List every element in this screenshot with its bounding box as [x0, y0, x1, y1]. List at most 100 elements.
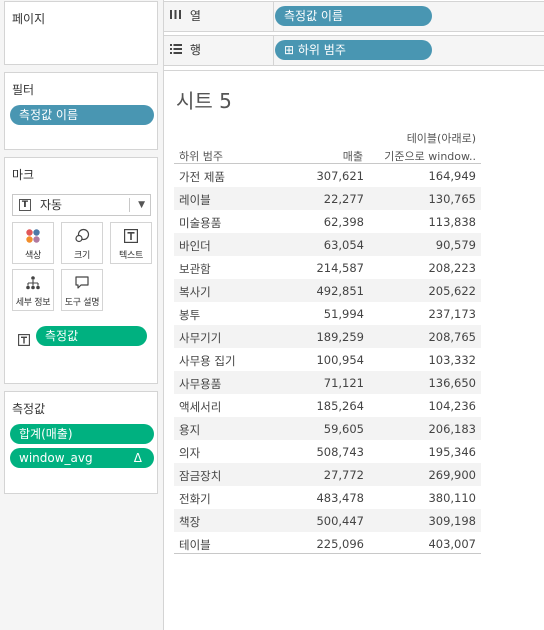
cell-sub-category: 복사기 [179, 285, 211, 299]
detail-button[interactable]: 세부 정보 [12, 269, 54, 311]
rows-icon [170, 36, 186, 65]
table-row[interactable]: 잠금장치 27,772 269,900 [174, 463, 481, 486]
cell-sales: 27,772 [323, 468, 364, 482]
table-row[interactable]: 전화기 483,478 380,110 [174, 486, 481, 509]
cell-window-avg: 206,183 [428, 422, 476, 436]
cell-sales: 492,851 [316, 284, 364, 298]
cell-sales: 100,954 [316, 353, 364, 367]
measure-pill-window-avg[interactable]: window_avg Δ [10, 448, 154, 468]
marks-text-pill-measure-values[interactable]: 측정값 [36, 326, 147, 346]
table-row[interactable]: 액세서리 185,264 104,236 [174, 394, 481, 417]
size-label: 크기 [74, 251, 90, 261]
measure-pill-sum-sales[interactable]: 합계(매출) [10, 424, 154, 444]
cell-window-avg: 104,236 [428, 399, 476, 413]
cell-sub-category: 책장 [179, 515, 201, 529]
cell-sub-category: 사무기기 [179, 331, 222, 345]
columns-pill-measure-names[interactable]: 측정값 이름 [275, 6, 432, 26]
cell-sales: 185,264 [316, 399, 364, 413]
cell-window-avg: 136,650 [428, 376, 476, 390]
size-circles-icon [62, 228, 102, 244]
cell-sub-category: 가전 제품 [179, 170, 225, 184]
cell-sub-category: 용지 [179, 423, 201, 437]
table-row[interactable]: 미술용품 62,398 113,838 [174, 210, 481, 233]
measure-values-card: 측정값 합계(매출) window_avg Δ [4, 391, 158, 494]
table-row[interactable]: 레이블 22,277 130,765 [174, 187, 481, 210]
columns-icon [170, 2, 186, 31]
header-sub-category[interactable]: 하위 범주 [179, 148, 223, 164]
rows-shelf-label: 행 [170, 36, 274, 65]
delta-icon: Δ [133, 451, 142, 465]
table-row[interactable]: 의자 508,743 195,346 [174, 440, 481, 463]
rows-pill-label: 하위 범주 [297, 43, 346, 57]
table-row[interactable]: 사무용 집기 100,954 103,332 [174, 348, 481, 371]
measure-values-title: 측정값 [12, 402, 46, 416]
color-button[interactable]: 색상 [12, 222, 54, 264]
columns-shelf: 열 측정값 이름 [164, 1, 544, 32]
cell-sub-category: 잠금장치 [179, 469, 222, 483]
cell-window-avg: 90,579 [435, 238, 476, 252]
cell-sales: 22,277 [323, 192, 364, 206]
table-row[interactable]: 바인더 63,054 90,579 [174, 233, 481, 256]
speech-bubble-icon [62, 275, 102, 291]
table-bottom-divider [174, 553, 481, 554]
table-row[interactable]: 봉투 51,994 237,173 [174, 302, 481, 325]
cell-window-avg: 164,949 [428, 169, 476, 183]
table-row[interactable]: 용지 59,605 206,183 [174, 417, 481, 440]
cell-sales: 189,259 [316, 330, 364, 344]
cell-sub-category: 전화기 [179, 492, 211, 506]
dropdown-separator [129, 198, 130, 212]
text-box-icon [111, 228, 151, 244]
cell-window-avg: 309,198 [428, 514, 476, 528]
cell-sales: 59,605 [323, 422, 364, 436]
rows-pill-sub-category[interactable]: ⊞ 하위 범주 [275, 40, 432, 60]
text-button[interactable]: 텍스트 [110, 222, 152, 264]
cell-window-avg: 103,332 [428, 353, 476, 367]
cell-sales: 71,121 [323, 376, 364, 390]
expand-plus-icon: ⊞ [284, 43, 295, 57]
cell-sales: 508,743 [316, 445, 364, 459]
table-row[interactable]: 사무기기 189,259 208,765 [174, 325, 481, 348]
text-mark-icon: T [19, 199, 31, 211]
table-row[interactable]: 사무용품 71,121 136,650 [174, 371, 481, 394]
filter-pill-measure-names[interactable]: 측정값 이름 [10, 105, 154, 125]
size-button[interactable]: 크기 [61, 222, 103, 264]
cell-window-avg: 113,838 [428, 215, 476, 229]
header-window-line2[interactable]: 기준으로 window.. [365, 148, 476, 164]
cell-sub-category: 레이블 [179, 193, 211, 207]
table-row[interactable]: 보관함 214,587 208,223 [174, 256, 481, 279]
cell-sub-category: 액세서리 [179, 400, 222, 414]
cell-sub-category: 바인더 [179, 239, 211, 253]
tooltip-button[interactable]: 도구 설명 [61, 269, 103, 311]
cell-sales: 214,587 [316, 261, 364, 275]
cell-sales: 62,398 [323, 215, 364, 229]
mark-type-value: 자동 [40, 198, 63, 212]
filters-card[interactable]: 필터 측정값 이름 [4, 72, 158, 150]
cell-sub-category: 의자 [179, 446, 201, 460]
cell-sales: 500,447 [316, 514, 364, 528]
color-label: 색상 [25, 251, 41, 261]
detail-label: 세부 정보 [15, 298, 51, 308]
left-panel-column: 페이지 필터 측정값 이름 마크 T 자동 ▼ 색상 크기 텍스트 세부 정보 … [0, 0, 164, 630]
cell-sub-category: 사무용 집기 [179, 354, 236, 368]
pages-title: 페이지 [12, 12, 46, 26]
header-sales[interactable]: 매출 [314, 148, 363, 164]
mark-type-dropdown[interactable]: T 자동 ▼ [12, 194, 151, 216]
table-row[interactable]: 가전 제품 307,621 164,949 [174, 164, 481, 187]
table-row[interactable]: 테이블 225,096 403,007 [174, 532, 481, 555]
table-row[interactable]: 복사기 492,851 205,622 [174, 279, 481, 302]
rows-shelf: 행 ⊞ 하위 범주 [164, 35, 544, 66]
chevron-down-icon: ▼ [138, 200, 145, 210]
text-label: 텍스트 [119, 251, 143, 261]
cell-window-avg: 130,765 [428, 192, 476, 206]
cell-sales: 51,994 [323, 307, 364, 321]
color-dots-icon [13, 228, 53, 244]
columns-shelf-label: 열 [170, 2, 274, 31]
header-window-line1[interactable]: 테이블(아래로) [365, 130, 476, 146]
cell-window-avg: 195,346 [428, 445, 476, 459]
cell-sub-category: 미술용품 [179, 216, 222, 230]
text-encoding-icon [18, 331, 30, 350]
table-row[interactable]: 책장 500,447 309,198 [174, 509, 481, 532]
cell-window-avg: 380,110 [428, 491, 476, 505]
cell-sales: 483,478 [316, 491, 364, 505]
sheet-title: 시트 5 [176, 89, 232, 113]
